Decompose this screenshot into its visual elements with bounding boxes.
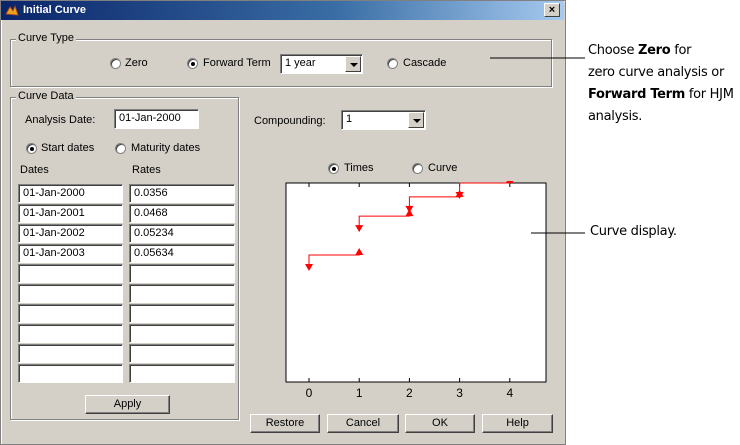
curve-display-annotation: Curve display. [590, 224, 677, 239]
curve-type-annotation: Choose Zero for zero curve analysis or F… [588, 40, 734, 128]
annotation-line-2: zero curve analysis or [588, 65, 724, 80]
annotation-line-3: Forward Term for HJM [588, 87, 734, 102]
annotation-line-4: analysis. [588, 109, 643, 124]
annotation-line-1: Choose Zero for [588, 43, 692, 58]
